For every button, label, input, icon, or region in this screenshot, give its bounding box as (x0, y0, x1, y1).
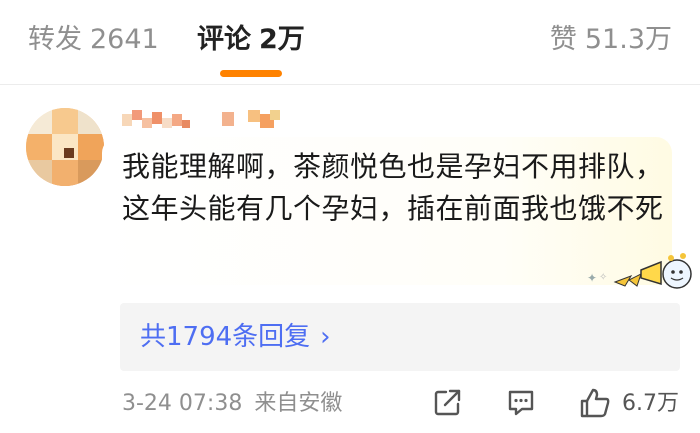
comment-icon (508, 390, 534, 416)
tab-repost-label: 转发 (28, 24, 82, 55)
username-pixelated[interactable] (122, 108, 292, 132)
bubble-sticker: ✦ ✧ (585, 240, 695, 300)
svg-text:✦: ✦ (587, 271, 597, 285)
username-mosaic (122, 110, 280, 128)
tab-likes[interactable]: 赞 51.3万 (550, 22, 672, 58)
tab-comments-label: 评论 (197, 24, 251, 55)
tab-likes-count: 51.3万 (584, 24, 672, 55)
like-count: 6.7万 (622, 391, 679, 416)
tab-comments-count: 2万 (259, 24, 305, 55)
chevron-right-icon: › (320, 322, 331, 352)
tab-comments[interactable]: 评论 2万 (197, 22, 305, 58)
avatar[interactable] (26, 108, 104, 186)
share-icon (434, 389, 461, 416)
tab-likes-label: 赞 (549, 24, 577, 55)
avatar-pixelated-image (26, 108, 104, 186)
tab-repost[interactable]: 转发 2641 (28, 22, 159, 58)
active-tab-indicator (220, 70, 282, 77)
comment-source: 来自安徽 (254, 391, 343, 416)
replies-box: 共1794条回复 › (120, 303, 680, 371)
comment-button[interactable] (505, 386, 537, 420)
replies-count-label: 共1794条回复 (140, 322, 311, 352)
like-button[interactable]: 6.7万 (578, 386, 688, 420)
tab-repost-count: 2641 (90, 24, 159, 55)
view-replies-link[interactable]: 共1794条回复 › (140, 317, 331, 357)
thumbs-up-icon (580, 388, 610, 418)
divider (0, 84, 700, 85)
comment-timestamp: 3-24 07:38 (122, 391, 243, 416)
share-button[interactable] (432, 386, 464, 420)
comment-text: 我能理解啊，茶颜悦色也是孕妇不用排队，这年头能有几个孕妇，插在前面我也饿不死 (122, 150, 664, 225)
megaphone-mascot-icon: ✦ ✧ (587, 253, 692, 289)
comment-meta: 3-24 07:38 来自安徽 (122, 388, 342, 420)
svg-text:✧: ✧ (599, 272, 607, 283)
comment-tabs: 转发 2641 评论 2万 赞 51.3万 (0, 0, 700, 82)
